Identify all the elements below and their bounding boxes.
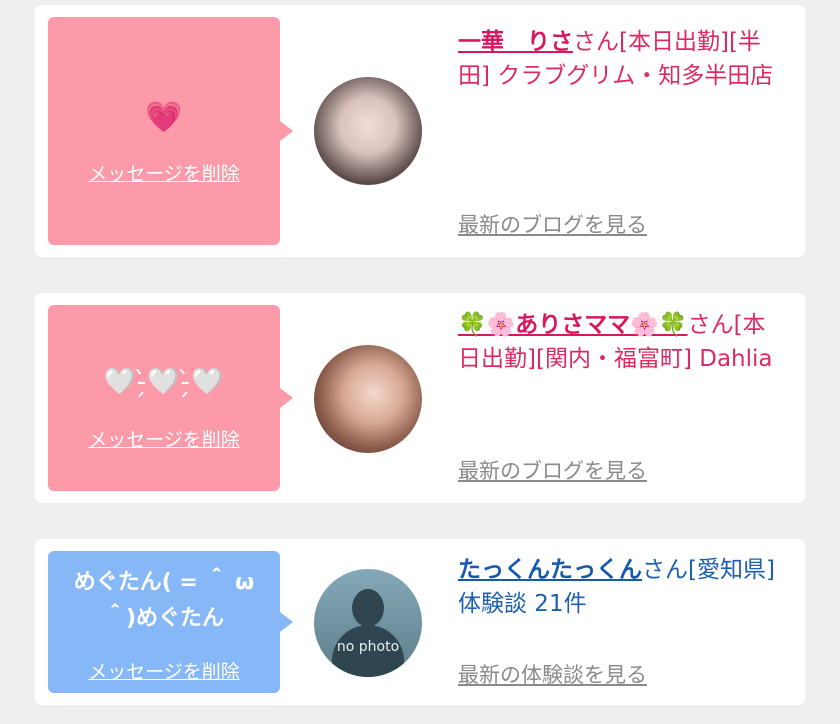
message-bubble: めぐたん( = ＾ ω ＾)めぐたん メッセージを削除 [48, 551, 293, 693]
message-text: 🤍-̗̀🤍-̗̀🤍 [103, 367, 225, 397]
latest-blog-link[interactable]: 最新のブログを見る [458, 209, 647, 239]
message-text: 💗 [145, 100, 183, 135]
sender-name-link[interactable]: 🍀🌸ありさママ🌸🍀 [458, 312, 688, 338]
sender-name-link[interactable]: たっくんたっくん [458, 557, 642, 583]
silhouette-head-icon [352, 589, 384, 627]
delete-message-link[interactable]: メッセージを削除 [48, 425, 280, 452]
latest-review-link[interactable]: 最新の体験談を見る [458, 659, 647, 689]
delete-message-link[interactable]: メッセージを削除 [48, 159, 280, 186]
message-card: 🤍-̗̀🤍-̗̀🤍 メッセージを削除 🍀🌸ありさママ🌸🍀さん[本日出勤][関内・… [35, 293, 805, 503]
message-bubble: 💗 メッセージを削除 [48, 17, 293, 245]
sender-info: 一華 りささん[本日出勤][半田] クラブグリム・知多半田店 [458, 25, 788, 93]
delete-message-link[interactable]: メッセージを削除 [48, 657, 280, 684]
no-photo-label: no photo [336, 639, 400, 655]
message-card: めぐたん( = ＾ ω ＾)めぐたん メッセージを削除 no photo たっく… [35, 539, 805, 705]
latest-blog-link[interactable]: 最新のブログを見る [458, 455, 647, 485]
no-photo-avatar[interactable]: no photo [314, 569, 422, 677]
sender-info: たっくんたっくんさん[愛知県]体験談 21件 [458, 553, 788, 621]
avatar[interactable] [314, 345, 422, 453]
message-text: めぐたん( = ＾ ω ＾)めぐたん [73, 570, 255, 631]
avatar[interactable] [314, 77, 422, 185]
sender-info: 🍀🌸ありさママ🌸🍀さん[本日出勤][関内・福富町] Dahlia [458, 308, 788, 376]
message-card: 💗 メッセージを削除 一華 りささん[本日出勤][半田] クラブグリム・知多半田… [35, 5, 805, 257]
message-bubble: 🤍-̗̀🤍-̗̀🤍 メッセージを削除 [48, 305, 293, 491]
sender-name-link[interactable]: 一華 りさ [458, 29, 573, 55]
